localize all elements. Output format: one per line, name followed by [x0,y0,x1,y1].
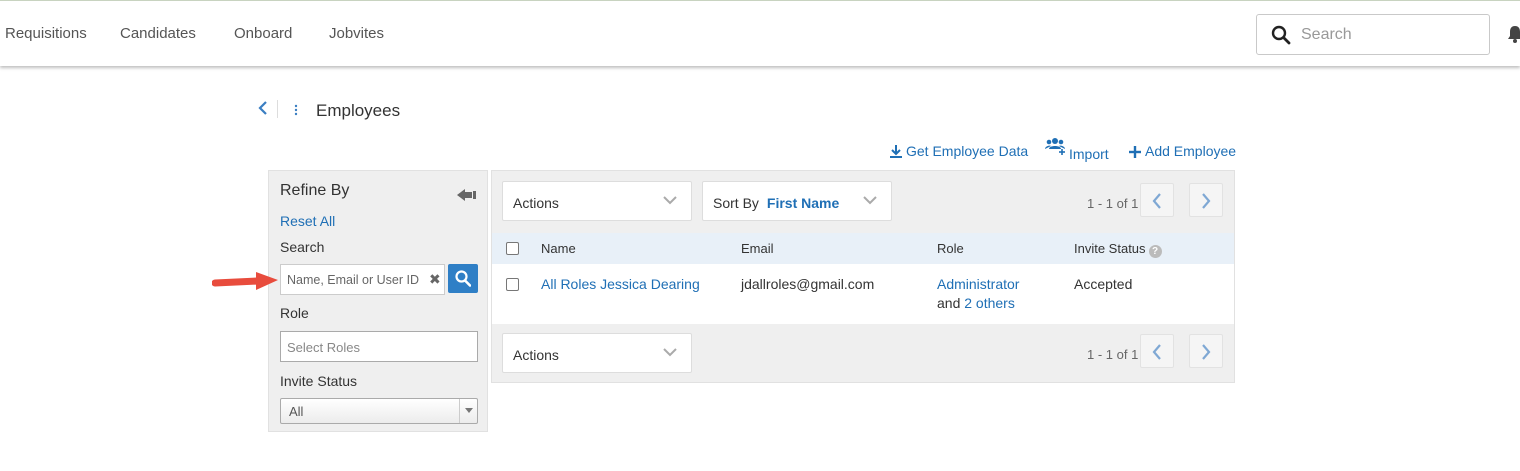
invite-status-select[interactable]: All [280,398,478,424]
refine-search-button[interactable] [448,264,478,293]
collapse-panel-icon[interactable] [457,188,477,206]
nav-jobvites[interactable]: Jobvites [329,25,384,42]
search-icon [455,270,471,287]
column-name[interactable]: Name [541,241,576,256]
employee-invite-status: Accepted [1074,276,1133,292]
role-select[interactable] [280,331,478,362]
top-navigation: Requisitions Candidates Onboard Jobvites [0,0,1520,66]
role-label: Role [280,305,309,321]
invite-status-label: Invite Status [280,373,358,389]
actions-dropdown-bottom[interactable]: Actions [502,333,692,373]
role-and-text: and [937,295,961,311]
chevron-down-icon [663,348,677,357]
add-employee-label: Add Employee [1145,143,1237,159]
search-icon [1271,25,1291,50]
table-header: Name Email Role Invite Status? [492,233,1234,264]
add-employee-link[interactable]: Add Employee [1129,143,1236,159]
global-search-box[interactable] [1256,14,1490,55]
row-checkbox[interactable] [506,278,519,291]
next-page-button-top[interactable] [1189,183,1223,217]
prev-page-button-bottom[interactable] [1140,334,1174,368]
search-label: Search [280,239,325,255]
chevron-down-icon [663,196,677,205]
employee-role-more: and 2 others [937,295,1015,311]
refine-search-input[interactable] [287,271,425,289]
prev-page-button-top[interactable] [1140,183,1174,217]
nav-onboard[interactable]: Onboard [234,25,292,42]
plus-icon [1129,146,1141,158]
actions-label: Actions [513,347,559,363]
chevron-down-icon [863,196,877,205]
import-users-icon [1045,138,1065,155]
download-icon [890,145,902,158]
sort-by-label: Sort By [713,195,759,211]
employees-panel: Actions Sort By First Name 1 - 1 of 1 Nam… [491,170,1235,383]
employee-name-link[interactable]: All Roles Jessica Dearing [541,276,700,292]
clear-icon[interactable]: ✖ [429,271,441,288]
chevron-left-icon [1152,344,1161,360]
import-label: Import [1069,146,1109,162]
pager-text-bottom: 1 - 1 of 1 [1087,347,1139,362]
sort-by-value: First Name [766,195,840,211]
refine-panel: Refine By Reset All Search ✖ Role Invite… [268,170,488,432]
import-link[interactable]: Import [1045,137,1109,162]
column-email[interactable]: Email [741,241,774,256]
chevron-right-icon [1202,344,1211,360]
get-employee-data-link[interactable]: Get Employee Data [890,143,1028,159]
header-divider [277,100,278,118]
bell-icon[interactable] [1508,25,1520,48]
role-others-link[interactable]: 2 others [964,295,1015,311]
annotation-arrow-icon [212,272,278,290]
global-search-input[interactable] [1301,23,1481,47]
get-employee-data-label: Get Employee Data [906,143,1029,159]
invite-status-value: All [289,404,304,419]
nav-requisitions[interactable]: Requisitions [5,25,87,42]
actions-dropdown-top[interactable]: Actions [502,181,692,221]
sort-by-dropdown[interactable]: Sort By First Name [702,181,892,221]
column-role[interactable]: Role [937,241,964,256]
table-row: All Roles Jessica Dearing jdallroles@gma… [492,264,1234,324]
select-all-checkbox[interactable] [506,242,519,255]
page-title: Employees [316,101,401,120]
column-invite-status-label[interactable]: Invite Status [1074,241,1146,256]
chevron-down-icon [459,399,477,423]
employee-email: jdallroles@gmail.com [741,276,875,292]
back-chevron-icon[interactable] [258,101,268,120]
reset-all-link[interactable]: Reset All [280,213,335,229]
nav-candidates[interactable]: Candidates [120,25,196,42]
refine-search-box[interactable]: ✖ [280,264,445,295]
actions-label: Actions [513,195,559,211]
refine-title: Refine By [280,182,350,199]
more-options-icon[interactable] [294,103,298,121]
pager-text-top: 1 - 1 of 1 [1087,196,1139,211]
chevron-left-icon [1152,193,1161,209]
help-icon[interactable]: ? [1148,245,1162,258]
chevron-right-icon [1202,193,1211,209]
column-invite-status: Invite Status? [1074,241,1162,258]
sort-by-text: Sort By First Name [713,195,839,211]
role-input[interactable] [287,338,467,356]
next-page-button-bottom[interactable] [1189,334,1223,368]
employee-role-link[interactable]: Administrator [937,276,1019,292]
